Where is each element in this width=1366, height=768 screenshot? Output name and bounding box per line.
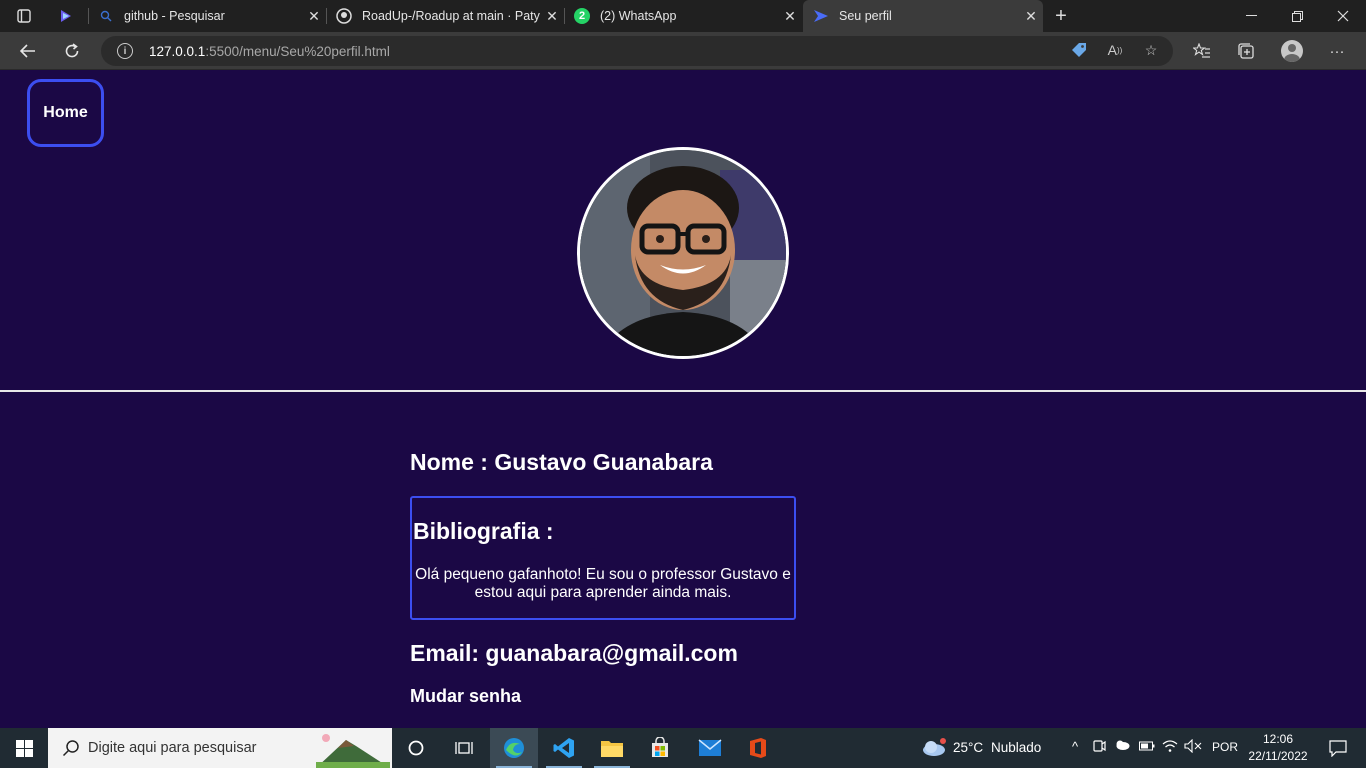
site-info-icon[interactable]: i (117, 43, 133, 59)
change-password-link[interactable]: Mudar senha (410, 686, 521, 707)
notifications-icon[interactable] (1318, 728, 1358, 768)
taskbar-clock[interactable]: 12:06 22/11/2022 (1244, 731, 1312, 765)
browser-toolbar: i 127.0.0.1:5500/menu/Seu%20perfil.html … (0, 32, 1366, 70)
tab-actions-icon[interactable] (6, 0, 42, 32)
read-aloud-icon[interactable]: A)) (1104, 39, 1126, 61)
tab-seu-perfil[interactable]: Seu perfil ✕ (803, 0, 1043, 32)
wifi-icon[interactable] (1161, 739, 1179, 756)
tab-title: (2) WhatsApp (600, 9, 677, 23)
bio-text: Olá pequeno gafanhoto! Eu sou o professo… (415, 566, 791, 601)
tab-roadup[interactable]: RoadUp-/Roadup at main · Patyh ✕ (326, 0, 564, 32)
tab-github-search[interactable]: github - Pesquisar ✕ (88, 0, 326, 32)
close-tab-icon[interactable]: ✕ (778, 8, 802, 25)
windows-start-icon[interactable] (0, 728, 48, 768)
cloudy-weather-icon[interactable] (920, 737, 948, 760)
edge-taskbar-icon[interactable] (490, 728, 538, 768)
page-favicon-icon (813, 8, 829, 24)
close-tab-icon[interactable]: ✕ (302, 8, 326, 25)
profile-name: Nome : Gustavo Guanabara (410, 449, 713, 475)
section-divider (0, 390, 1366, 392)
search-placeholder: Digite aqui para pesquisar (88, 740, 257, 756)
tab-title: github - Pesquisar (124, 9, 225, 23)
close-window-icon[interactable] (1320, 0, 1366, 32)
profile-page: Home Nome : Gustavo Guanabara Bibliograf… (0, 71, 1366, 728)
refresh-icon[interactable] (57, 36, 87, 66)
url-path: :5500/menu/Seu%20perfil.html (205, 43, 390, 59)
speaker-muted-icon[interactable] (1184, 738, 1202, 756)
language-indicator[interactable]: POR (1212, 740, 1238, 754)
microsoft-store-icon[interactable] (636, 728, 684, 768)
add-favorite-icon[interactable]: ☆ (1140, 39, 1162, 61)
search-highlight-image (316, 732, 390, 768)
whatsapp-badge: 2 (578, 10, 586, 22)
weather-desc: Nublado (991, 740, 1042, 755)
weather-temp: 25°C (953, 740, 984, 755)
new-tab-button[interactable]: + (1048, 0, 1074, 32)
back-icon[interactable] (13, 36, 43, 66)
home-button[interactable]: Home (27, 79, 104, 147)
tab-whatsapp[interactable]: 2 (2) WhatsApp ✕ (564, 0, 802, 32)
restore-icon[interactable] (1274, 0, 1320, 32)
bio-box: Bibliografia : Olá pequeno gafanhoto! Eu… (410, 496, 796, 620)
file-explorer-icon[interactable] (588, 728, 636, 768)
whatsapp-icon: 2 (574, 8, 590, 24)
coupon-icon[interactable] (1068, 39, 1090, 61)
chevron-up-icon[interactable]: ^ (1066, 739, 1084, 754)
windows-taskbar: Digite aqui para pesquisar 25°C Nublado … (0, 728, 1366, 768)
taskbar-search[interactable]: Digite aqui para pesquisar (48, 728, 392, 768)
tab-title: Seu perfil (839, 9, 892, 23)
copilot-icon[interactable] (48, 0, 84, 32)
battery-icon[interactable] (1138, 739, 1156, 754)
profile-email: Email: guanabara@gmail.com (410, 640, 738, 666)
close-tab-icon[interactable]: ✕ (1019, 8, 1043, 25)
address-bar[interactable]: i 127.0.0.1:5500/menu/Seu%20perfil.html (101, 36, 1173, 66)
search-icon (98, 8, 114, 24)
clock-time: 12:06 (1262, 732, 1294, 746)
office-icon[interactable] (734, 728, 782, 768)
profile-photo (577, 147, 789, 359)
cortana-icon[interactable] (392, 728, 440, 768)
search-icon (62, 739, 80, 757)
bio-title: Bibliografia : (413, 518, 554, 544)
vscode-taskbar-icon[interactable] (540, 728, 588, 768)
tab-title: RoadUp-/Roadup at main · Patyh (362, 9, 540, 23)
more-options-icon[interactable]: ··· (1326, 40, 1348, 62)
url-host: 127.0.0.1 (149, 43, 206, 59)
clock-date: 22/11/2022 (1248, 749, 1308, 763)
mail-icon[interactable] (686, 728, 734, 768)
close-tab-icon[interactable]: ✕ (540, 8, 564, 25)
minimize-icon[interactable] (1228, 0, 1274, 32)
github-icon (336, 8, 352, 24)
favorites-icon[interactable] (1191, 40, 1213, 62)
profile-avatar-icon[interactable] (1281, 40, 1303, 62)
collections-icon[interactable] (1235, 40, 1257, 62)
meet-now-icon[interactable] (1090, 739, 1108, 756)
task-view-icon[interactable] (440, 728, 488, 768)
onedrive-icon[interactable] (1113, 739, 1131, 754)
